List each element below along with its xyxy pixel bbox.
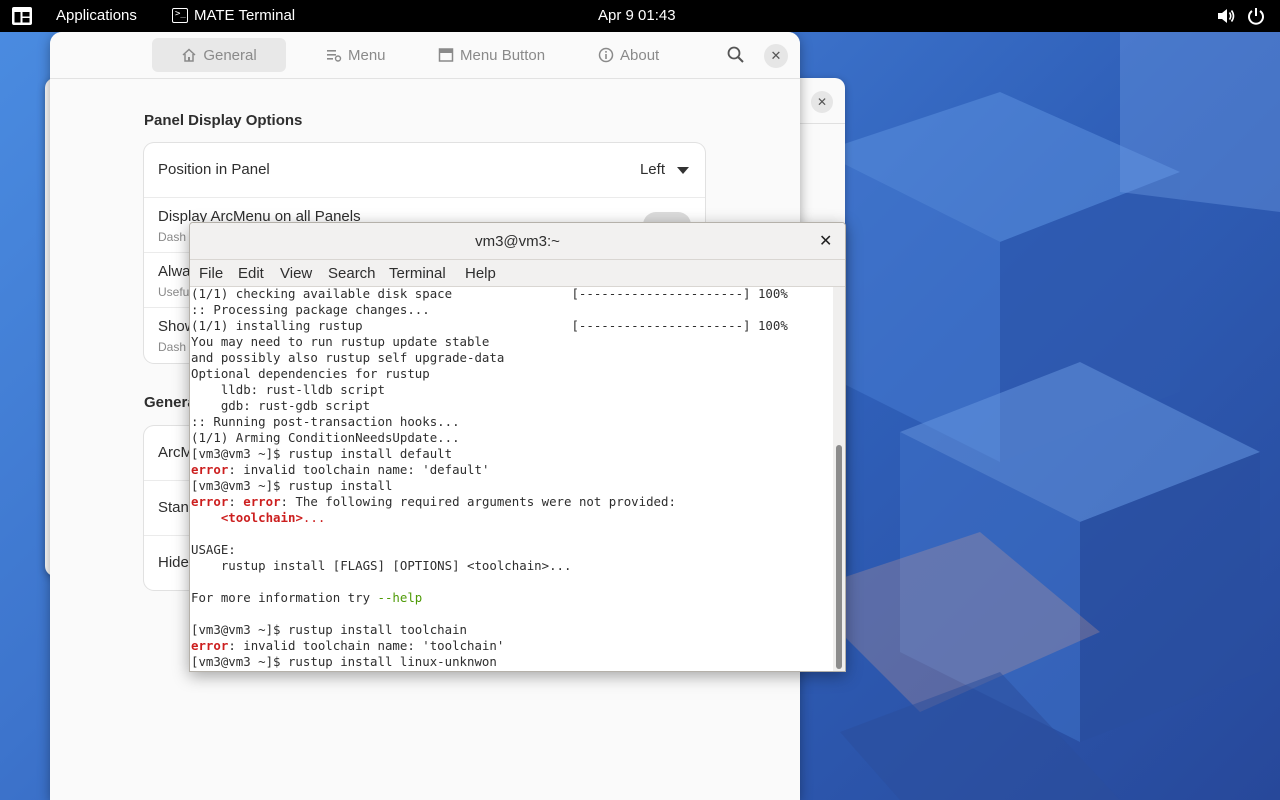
terminal-line: <toolchain>... xyxy=(220,510,326,525)
tab-menu-button-label: Menu Button xyxy=(460,46,546,64)
menu-terminal[interactable]: Terminal xyxy=(389,265,446,282)
row-label: ArcM xyxy=(158,444,193,461)
tab-general-label: General xyxy=(203,46,257,64)
terminal-line: rustup install [FLAGS] [OPTIONS] <toolch… xyxy=(191,558,572,573)
terminal-line: error: error: The following required arg… xyxy=(191,494,676,509)
terminal-line: lldb: rust-lldb script xyxy=(191,382,385,397)
terminal-line: Optional dependencies for rustup xyxy=(191,366,430,381)
terminal-line: gdb: rust-gdb script xyxy=(191,398,371,413)
home-icon xyxy=(182,48,196,62)
row-sublabel: Dash xyxy=(158,340,187,354)
menu-file[interactable]: File xyxy=(199,265,223,282)
terminal-output[interactable]: (1/1) checking available disk space [---… xyxy=(190,287,833,671)
applications-menu[interactable]: Applications xyxy=(56,7,137,24)
menu-list-icon xyxy=(327,50,342,62)
close-icon[interactable]: ✕ xyxy=(764,44,788,68)
row-label: Alwa xyxy=(158,263,191,280)
row-sublabel: Dash xyxy=(158,230,187,244)
activities-grid-icon[interactable] xyxy=(12,7,32,25)
terminal-line: [vm3@vm3 ~]$ rustup install default xyxy=(191,446,453,461)
active-app-label[interactable]: MATE Terminal xyxy=(194,7,295,24)
tab-about-label: About xyxy=(620,46,660,64)
top-panel: Applications >_ MATE Terminal Apr 9 01:4… xyxy=(0,0,1280,32)
menu-view[interactable]: View xyxy=(280,265,312,282)
terminal-line: :: Processing package changes... xyxy=(191,302,430,317)
terminal-menubar: File Edit View Search Terminal Help xyxy=(190,260,845,287)
volume-icon[interactable] xyxy=(1216,7,1236,25)
terminal-text: (1/1) checking available disk space [---… xyxy=(191,287,788,670)
terminal-scrollbar[interactable] xyxy=(833,287,845,671)
tab-menu[interactable]: Menu xyxy=(316,38,396,72)
terminal-titlebar[interactable]: vm3@vm3:~ ✕ xyxy=(190,223,845,260)
row-position-in-panel[interactable]: Position in Panel Left xyxy=(144,143,705,198)
section-title-general: Genera xyxy=(144,394,196,411)
row-label: Position in Panel xyxy=(158,161,270,178)
settings-header: General Menu Menu Button About ✕ xyxy=(50,32,800,79)
tab-menu-button[interactable]: Menu Button xyxy=(428,38,555,72)
info-icon xyxy=(598,47,614,63)
terminal-line: [vm3@vm3 ~]$ rustup install linux-unknwo… xyxy=(191,654,497,669)
terminal-line: USAGE: xyxy=(191,542,236,557)
tab-about[interactable]: About xyxy=(588,38,669,72)
row-label: Hide xyxy=(158,554,189,571)
power-icon[interactable] xyxy=(1246,6,1266,26)
scrollbar-thumb[interactable] xyxy=(836,445,842,669)
terminal-line: (1/1) Arming ConditionNeedsUpdate... xyxy=(191,430,460,445)
terminal-line: For more information try --help xyxy=(191,590,423,605)
menu-search[interactable]: Search xyxy=(328,265,376,282)
section-title-panel-display: Panel Display Options xyxy=(144,112,303,129)
terminal-line: You may need to run rustup update stable xyxy=(191,334,490,349)
terminal-line: error: invalid toolchain name: 'toolchai… xyxy=(191,638,505,653)
row-sublabel: Usefu xyxy=(158,285,190,299)
background-dialog-close-icon[interactable]: ✕ xyxy=(811,91,833,113)
position-dropdown-value[interactable]: Left xyxy=(640,161,665,178)
chevron-down-icon[interactable] xyxy=(677,167,689,174)
terminal-line: error: invalid toolchain name: 'default' xyxy=(191,462,490,477)
terminal-app-icon: >_ xyxy=(172,8,188,23)
terminal-line: (1/1) checking available disk space [---… xyxy=(191,287,788,301)
close-icon[interactable]: ✕ xyxy=(819,231,832,251)
terminal-title: vm3@vm3:~ xyxy=(475,233,560,250)
tab-general[interactable]: General xyxy=(152,38,286,72)
menu-help[interactable]: Help xyxy=(465,265,496,282)
menu-edit[interactable]: Edit xyxy=(238,265,264,282)
terminal-line: and possibly also rustup self upgrade-da… xyxy=(191,350,505,365)
tab-menu-label: Menu xyxy=(348,46,386,64)
terminal-line: (1/1) installing rustup [---------------… xyxy=(191,318,788,333)
menu-button-icon xyxy=(438,48,454,62)
search-icon[interactable] xyxy=(726,45,746,65)
clock[interactable]: Apr 9 01:43 xyxy=(598,7,676,24)
terminal-line: [vm3@vm3 ~]$ rustup install toolchain xyxy=(191,622,468,637)
terminal-line: :: Running post-transaction hooks... xyxy=(191,414,460,429)
terminal-line: [vm3@vm3 ~]$ rustup install xyxy=(191,478,393,493)
terminal-window: vm3@vm3:~ ✕ File Edit View Search Termin… xyxy=(189,222,846,672)
